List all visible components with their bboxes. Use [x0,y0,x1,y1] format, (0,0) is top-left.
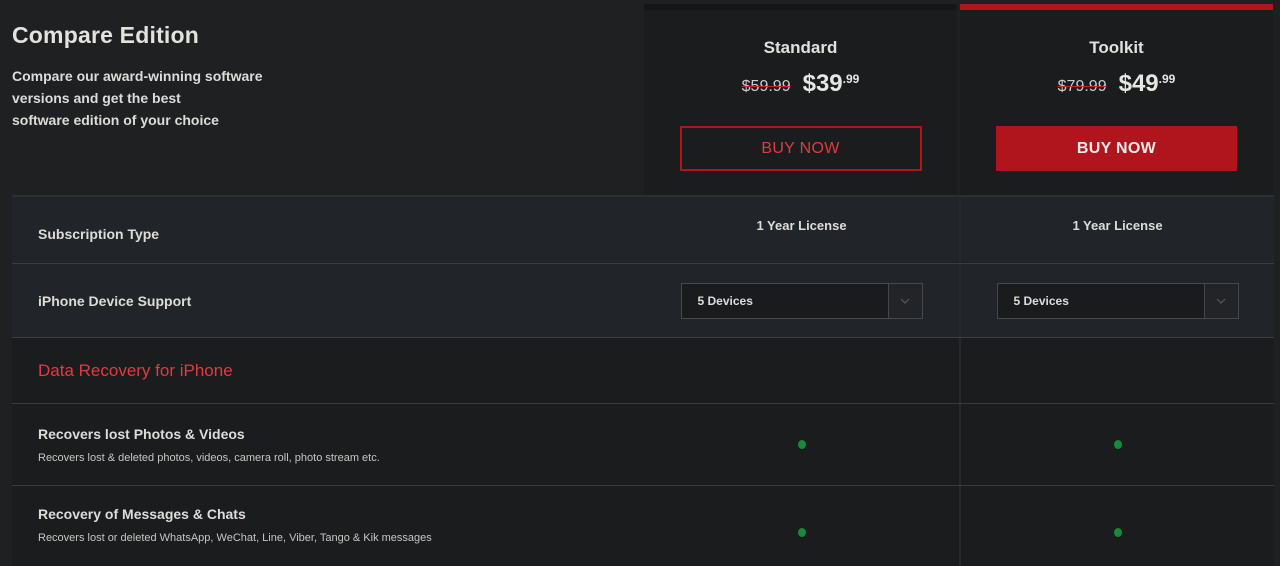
table-section-header: Data Recovery for iPhone [12,338,1274,404]
toolkit-device-cell: 5 Devices [959,264,1274,337]
buy-now-button-toolkit[interactable]: BUY NOW [996,126,1237,171]
chevron-down-icon[interactable] [1203,283,1238,318]
price-cents: .99 [842,72,860,86]
row-label-cell: Subscription Type [12,197,644,263]
feature-label-cell: Recovers lost Photos & Videos Recovers l… [12,404,644,485]
old-price: $59.99 [741,78,791,95]
price-cents: .99 [1158,72,1176,86]
intro-line: Compare our award-winning software [12,68,263,84]
subscription-label: Subscription Type [38,226,160,242]
toolkit-feature-cell [959,404,1274,485]
toolkit-feature-cell [959,486,1274,566]
feature-title: Recovers lost Photos & Videos [38,425,245,442]
green-dot-icon [797,440,806,449]
comparison-table: Subscription Type 1 Year License 1 Year … [12,195,1274,566]
buy-now-button-standard[interactable]: BUY NOW [679,126,922,171]
green-dot-icon [1113,440,1122,449]
standard-device-cell: 5 Devices [644,264,959,337]
chevron-down-icon[interactable] [887,283,922,318]
intro-line: versions and get the best [12,90,181,106]
select-value: 5 Devices [1013,293,1069,308]
price-row: $59.99 $39.99 [644,70,957,104]
price-row: $79.99 $49.99 [960,70,1273,104]
old-price: $79.99 [1057,78,1107,95]
standard-subscription-cell: 1 Year License [644,197,959,263]
green-dot-icon [797,528,806,537]
table-row-feature: Recovery of Messages & Chats Recovers lo… [12,486,1274,566]
table-row-device-support: iPhone Device Support 5 Devices 5 Device… [12,264,1274,338]
subscription-value: 1 Year License [1072,218,1163,233]
empty-cell [644,338,959,403]
section-title: Data Recovery for iPhone [38,360,233,380]
plan-name: Toolkit [1089,38,1144,57]
intro-section: Compare Edition Compare our award-winnin… [12,22,612,131]
toolkit-subscription-cell: 1 Year License [959,197,1274,263]
green-dot-icon [1113,528,1122,537]
row-label-cell: iPhone Device Support [12,264,644,337]
page-edge [1274,0,1280,556]
select-value: 5 Devices [697,293,753,308]
price-main: $39 [802,70,843,97]
standard-feature-cell [644,486,959,566]
intro-description: Compare our award-winning software versi… [12,65,312,131]
page-title: Compare Edition [12,22,200,48]
device-select-toolkit[interactable]: 5 Devices [996,282,1239,319]
standard-feature-cell [644,404,959,485]
device-select-standard[interactable]: 5 Devices [680,282,923,319]
plan-name: Standard [763,38,838,57]
table-row-subscription: Subscription Type 1 Year License 1 Year … [12,195,1274,264]
table-row-feature: Recovers lost Photos & Videos Recovers l… [12,404,1274,486]
empty-cell [959,338,1274,403]
device-support-label: iPhone Device Support [38,292,192,309]
subscription-value: 1 Year License [756,218,847,233]
feature-title: Recovery of Messages & Chats [38,506,246,522]
intro-line: software edition of your choice [12,112,219,128]
plan-card-toolkit: Toolkit $79.99 $49.99 BUY NOW [960,4,1273,201]
section-label-cell: Data Recovery for iPhone [12,338,644,403]
feature-label-cell: Recovery of Messages & Chats Recovers lo… [12,486,644,566]
feature-description: Recovers lost or deleted WhatsApp, WeCha… [38,532,432,544]
new-price: $39.99 [803,70,860,98]
price-main: $49 [1118,70,1159,97]
plan-card-standard: Standard $59.99 $39.99 BUY NOW [644,4,957,201]
new-price: $49.99 [1119,70,1176,98]
feature-description: Recovers lost & deleted photos, videos, … [38,451,380,464]
